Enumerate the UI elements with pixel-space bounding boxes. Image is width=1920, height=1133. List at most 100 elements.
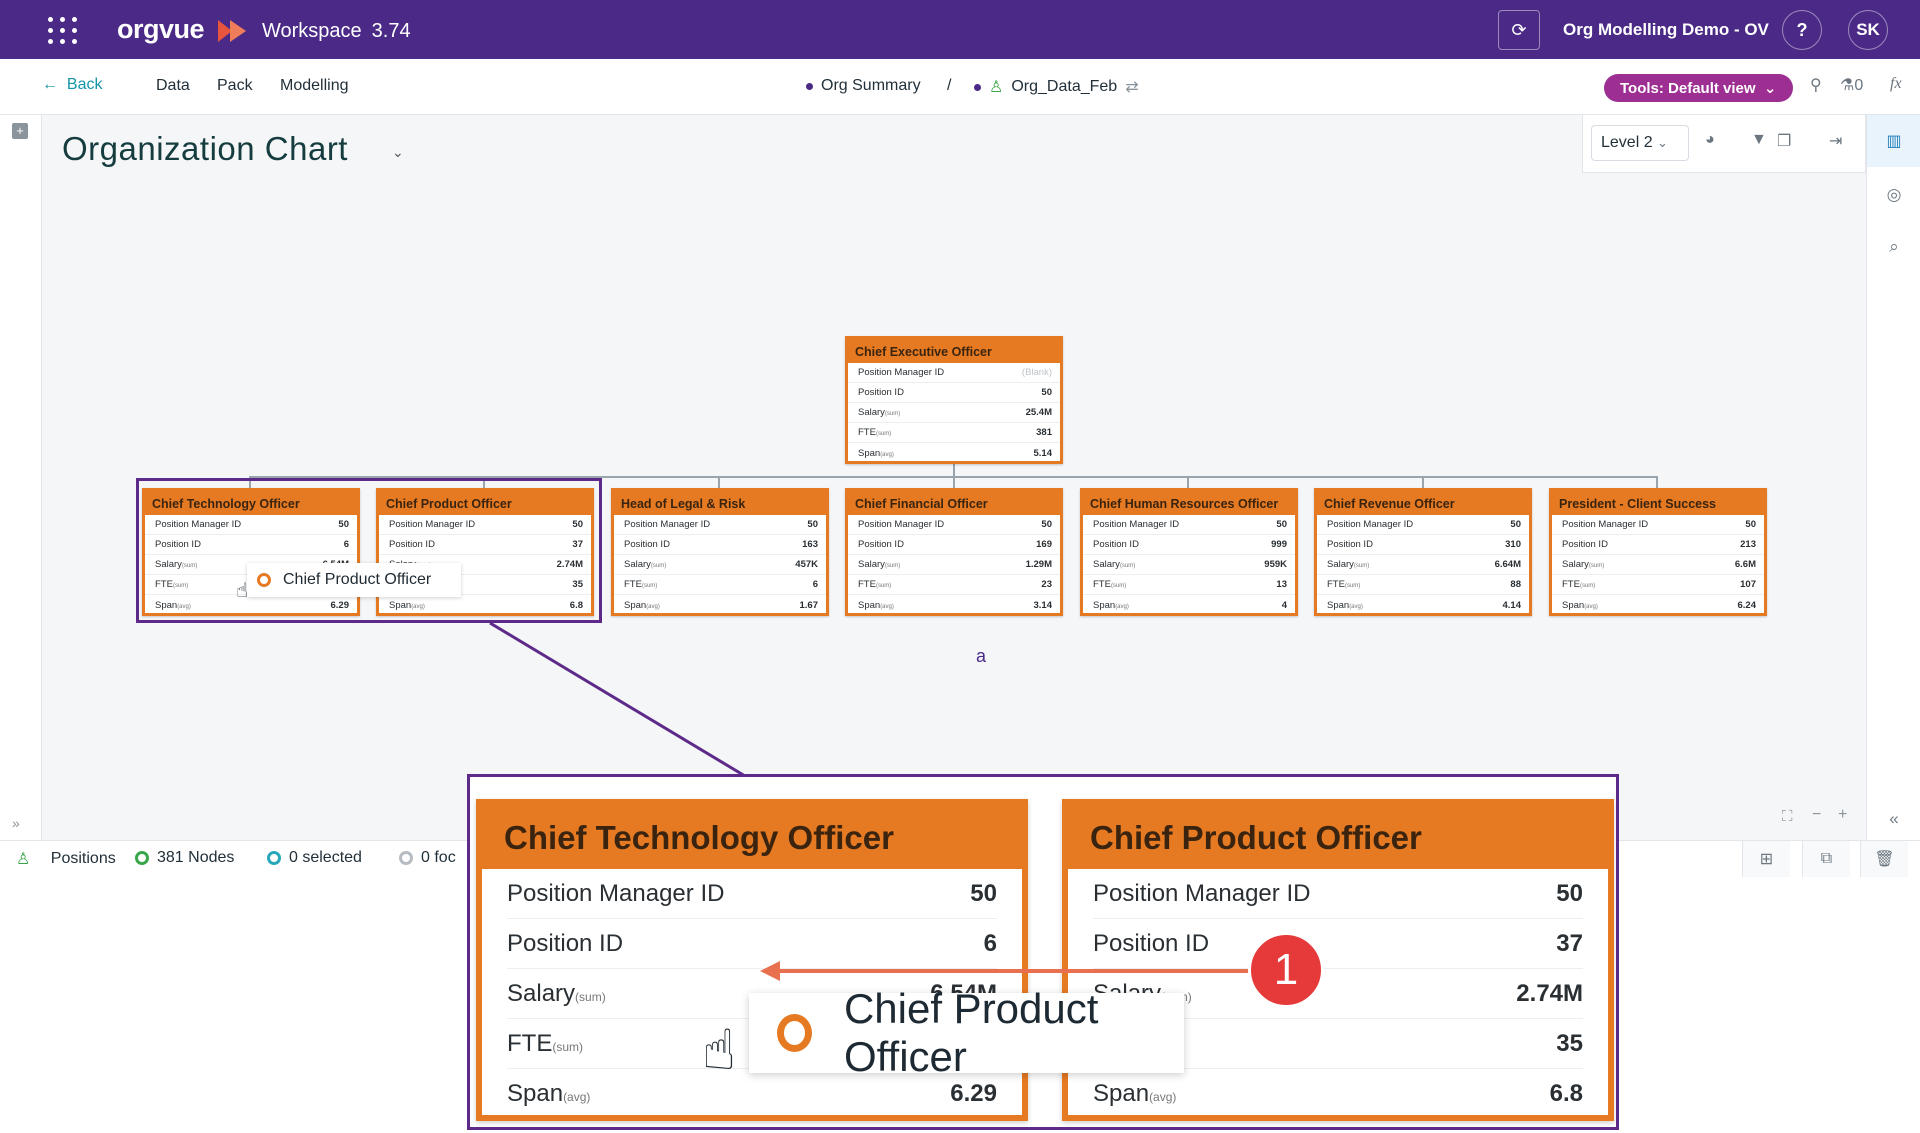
delete-button[interactable]: 🗑 [1860,841,1908,877]
breadcrumb-dataset[interactable]: ♙ Org_Data_Feb ⇄ [974,77,1139,97]
alerts-indicator[interactable]: ⚗0 [1840,75,1863,95]
back-button[interactable]: ← Back [42,76,102,94]
add-node-button[interactable]: ⊞ [1742,841,1790,877]
circle-settings-icon[interactable]: ◎ [1867,185,1920,205]
collapse-right-icon[interactable]: « [1867,809,1920,829]
level-select[interactable]: Level 2 ⌄ [1591,125,1689,161]
help-button[interactable]: ? [1782,10,1822,50]
field-label: Position Manager ID [858,519,945,530]
focused-label: 0 foc [421,849,456,866]
positions-dataset[interactable]: ♙ Positions [16,849,116,869]
arrow-icon [760,961,1260,981]
field-label: Position ID [858,387,904,398]
palette-icon[interactable]: ◕ [1705,131,1715,149]
org-node-cfo[interactable]: Chief Financial Officer Position Manager … [845,488,1063,616]
field-suffix: (sum) [875,431,892,437]
field-value: 50 [1745,519,1756,530]
page-title: Organization Chart [62,130,348,167]
tools-dropdown[interactable]: Tools: Default view ⌄ [1604,74,1793,102]
add-panel-icon[interactable]: + [12,123,28,139]
node-row: Span(avg) 4 [1083,595,1295,615]
field-label: Position Manager ID [1327,519,1414,530]
export-icon[interactable]: ⇥ [1829,131,1842,151]
field-suffix: (sum) [1344,583,1361,589]
field-value: 3.14 [1033,599,1053,611]
field-value: 6 [812,579,818,590]
connector-line [1422,476,1424,488]
app-launcher-icon[interactable] [48,17,80,45]
org-node-chro[interactable]: Chief Human Resources Officer Position Ma… [1080,488,1298,616]
user-avatar[interactable]: SK [1848,10,1888,50]
filter-icon[interactable]: ▼ [1751,131,1767,149]
field-value: 50 [1041,387,1052,398]
selected-icon [267,851,281,865]
connector-line [953,476,955,488]
duplicate-button[interactable]: ⧉ [1802,841,1850,877]
node-row: FTE(sum) 6 [614,575,826,595]
zoom-out-button[interactable]: − [1812,806,1821,824]
field-label: FTE [858,427,876,438]
node-row: Span(avg) 3.14 [848,595,1060,615]
layers-icon[interactable]: ❐ [1777,131,1791,151]
field-value: 999 [1271,539,1287,550]
field-suffix: (sum) [1579,583,1596,589]
field-value: 381 [1036,427,1052,438]
node-row: FTE(sum) 88 [1317,575,1529,595]
field-label: Span [1093,599,1116,611]
field-label: Span [858,599,881,611]
field-value: 25.4M [1025,407,1052,418]
node-row: Salary(sum) 457K [614,555,826,575]
person-icon: ♙ [989,79,1004,96]
field-label: Span [858,447,881,459]
nav-item-modelling[interactable]: Modelling [280,77,348,95]
nav-item-pack[interactable]: Pack [217,77,253,95]
field-value: 5.14 [1033,447,1053,459]
field-value: 50 [807,519,818,530]
fit-screen-icon[interactable]: ⛶ [1782,808,1793,825]
selected-count[interactable]: 0 selected [267,849,362,867]
node-title: Head of Legal & Risk [614,491,826,515]
field-value: 457K [795,559,818,570]
node-row: Position ID 50 [848,383,1060,403]
field-label: Position Manager ID [1093,519,1180,530]
nav-item-data[interactable]: Data [156,77,190,95]
field-label: Span [1327,599,1350,611]
fx-button[interactable]: fx [1890,75,1902,93]
pin-icon[interactable]: ⚲ [1810,75,1822,95]
view-toolbar: Level 2 ⌄ ◕ ▼ ❐ ⇥ [1582,115,1866,173]
expand-left-icon[interactable]: » [12,815,20,831]
node-title: President - Client Success [1552,491,1764,515]
org-node-legal[interactable]: Head of Legal & Risk Position Manager ID 5… [611,488,829,616]
field-label: Salary [624,559,651,570]
field-label: Salary [858,407,885,418]
person-icon: ♙ [16,851,31,868]
node-row: Position ID 310 [1317,535,1529,555]
field-label: FTE [624,579,642,590]
left-panel-strip: + » [0,115,42,840]
selected-label: 0 selected [289,849,362,866]
field-value: 107 [1740,579,1756,590]
chart-panel-icon[interactable]: ▥ [1867,115,1920,167]
node-row: Span(avg) 1.67 [614,595,826,615]
field-suffix: (sum) [1119,563,1136,569]
org-node-ceo[interactable]: Chief Executive Officer Position Manager… [845,336,1063,464]
refresh-button[interactable]: ⟳ [1498,10,1540,50]
org-node-president[interactable]: President - Client Success Position Manag… [1549,488,1767,616]
search-icon[interactable]: ⌕ [1867,237,1920,257]
breadcrumb-separator: / [947,77,952,94]
focused-count[interactable]: 0 foc [399,849,456,867]
field-label: FTE [1327,579,1345,590]
node-row: Position Manager ID 50 [614,515,826,535]
org-node-cro[interactable]: Chief Revenue Officer Position Manager ID… [1314,488,1532,616]
node-row: Position ID 213 [1552,535,1764,555]
field-value: 50 [1041,519,1052,530]
step-badge: 1 [1248,932,1324,1008]
positions-label: Positions [50,850,116,867]
project-name[interactable]: Org Modelling Demo - OV [1563,20,1769,40]
node-row: Position ID 999 [1083,535,1295,555]
breadcrumb-org-summary[interactable]: Org Summary [806,77,921,95]
field-value: 310 [1505,539,1521,550]
trash-icon: 🗑 [1874,851,1895,868]
zoom-in-button[interactable]: + [1838,806,1847,824]
chevron-down-icon[interactable]: ⌄ [392,144,404,161]
